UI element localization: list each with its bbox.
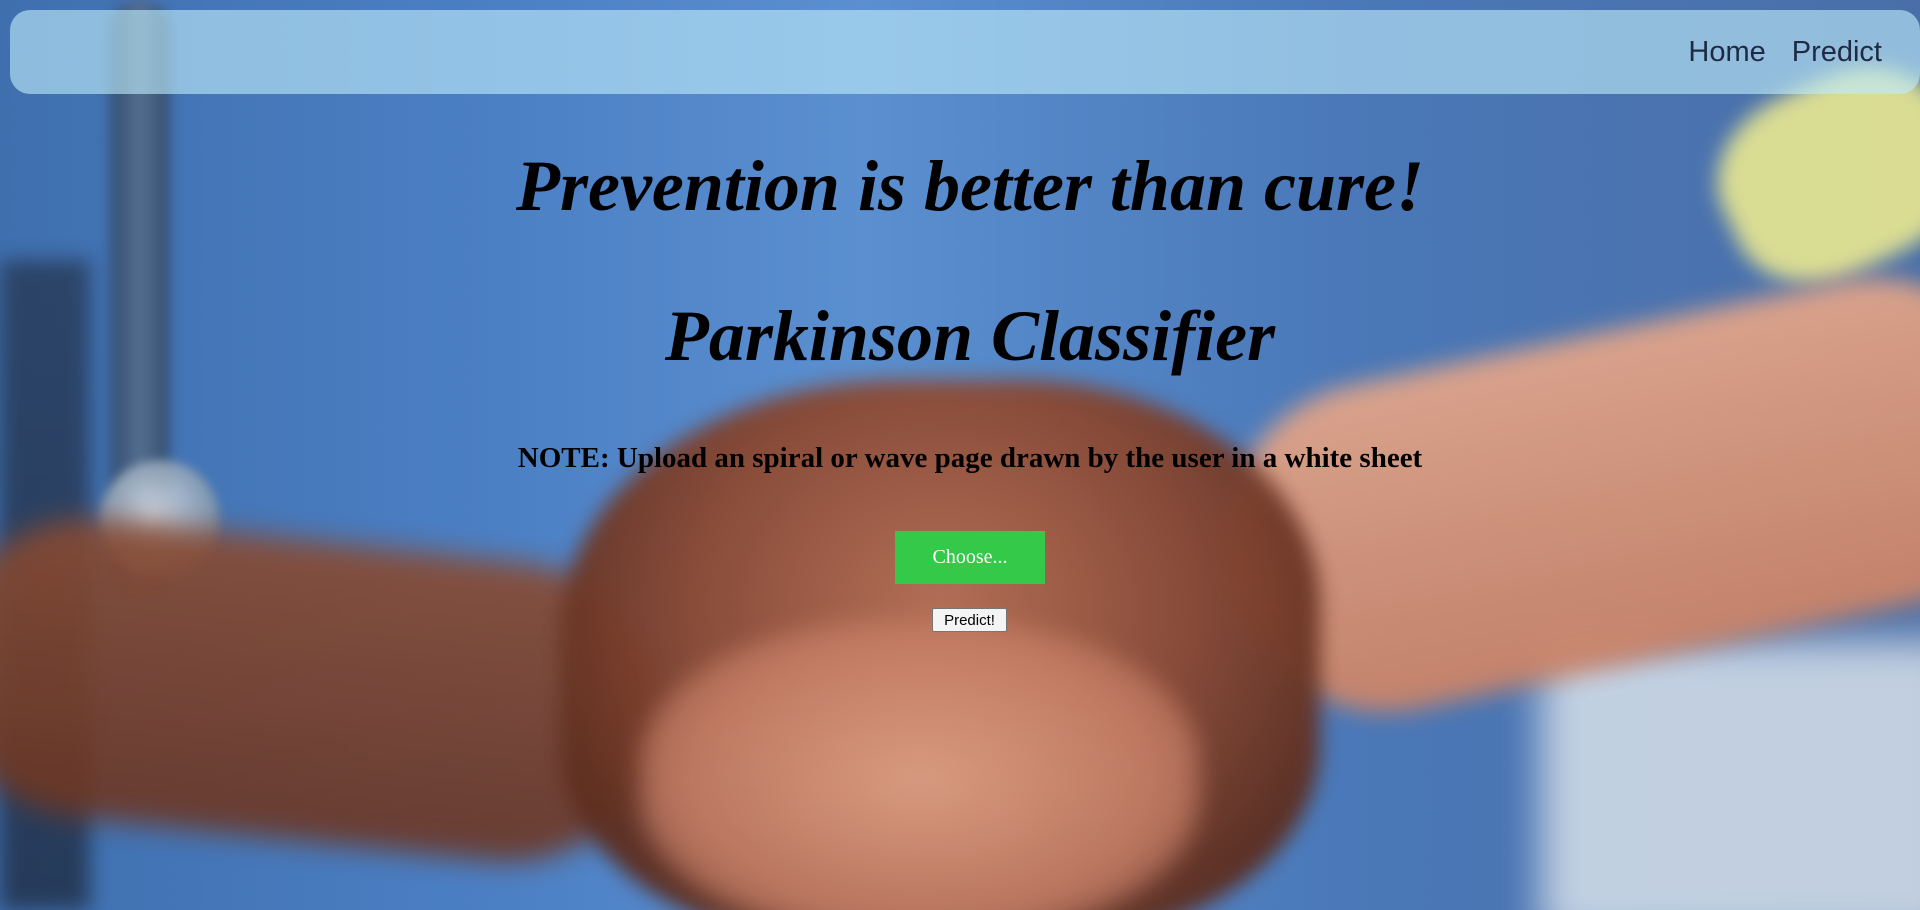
- predict-button[interactable]: Predict!: [932, 608, 1007, 632]
- main-content: Prevention is better than cure! Parkinso…: [0, 0, 1920, 910]
- choose-file-button[interactable]: Choose...: [895, 531, 1045, 584]
- page-title: Parkinson Classifier: [664, 296, 1276, 376]
- upload-note: NOTE: Upload an spiral or wave page draw…: [517, 442, 1423, 474]
- motto-heading: Prevention is better than cure!: [515, 146, 1424, 226]
